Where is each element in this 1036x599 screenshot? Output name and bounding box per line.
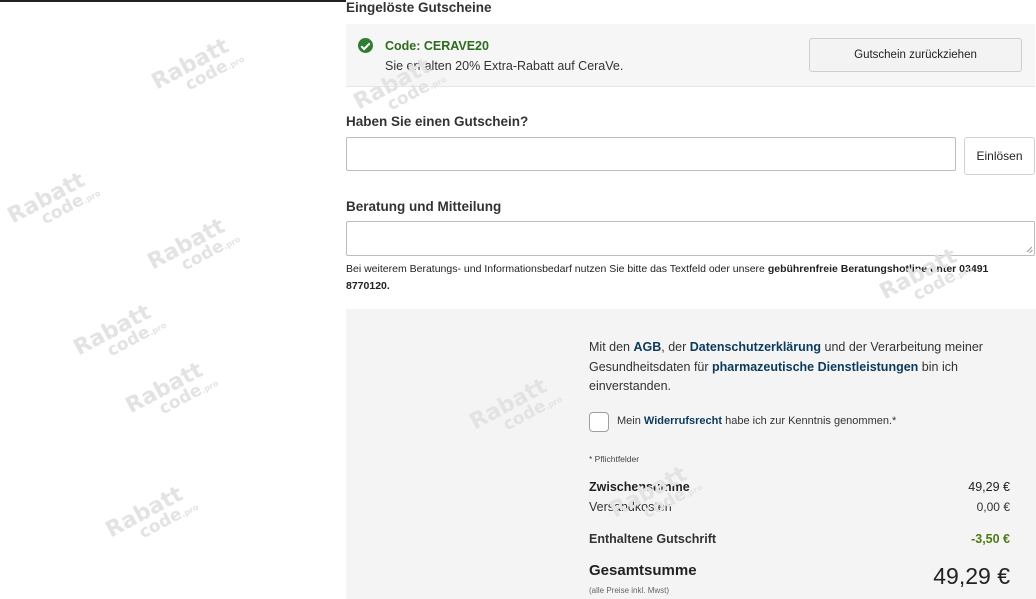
withdraw-voucher-button[interactable]: Gutschein zurückziehen bbox=[809, 38, 1022, 72]
order-summary-panel: Mit den AGB, der Datenschutzerklärung un… bbox=[346, 309, 1036, 599]
watermark-logo: Rabatt code.pro bbox=[143, 213, 242, 276]
withdrawal-right-label: Mein Widerrufsrecht habe ich zur Kenntni… bbox=[617, 415, 897, 427]
subtotal-value: 49,29 € bbox=[968, 480, 1010, 494]
redeemed-vouchers-title: Eingelöste Gutscheine bbox=[346, 0, 492, 15]
watermark-logo: Rabatt code.pro bbox=[121, 357, 220, 420]
shipping-label: Versandkosten bbox=[589, 500, 672, 514]
consultation-hint: Bei weiterem Beratungs- und Informations… bbox=[346, 263, 989, 292]
consultation-textarea[interactable] bbox=[346, 221, 1035, 256]
checkout-main: Eingelöste Gutscheine Code: CERAVE20 Sie… bbox=[346, 0, 1036, 599]
hotline-label: gebührenfreie Beratungshotline bbox=[767, 263, 928, 275]
resize-handle-icon[interactable] bbox=[1025, 246, 1033, 254]
watermark-logo: Rabatt code.pro bbox=[3, 167, 102, 230]
credit-label: Enthaltene Gutschrift bbox=[589, 532, 717, 546]
credit-value: -3,50 € bbox=[971, 532, 1010, 546]
coupon-title: Haben Sie einen Gutschein? bbox=[346, 114, 529, 129]
redeemed-voucher-card: Code: CERAVE20 Sie erhalten 20% Extra-Ra… bbox=[346, 24, 1035, 87]
watermark-logo: Rabatt code.pro bbox=[69, 299, 168, 362]
check-circle-icon bbox=[358, 38, 373, 53]
pharma-services-link[interactable]: pharmazeutische Dienstleistungen bbox=[712, 360, 918, 374]
withdrawal-right-checkbox[interactable] bbox=[589, 412, 609, 432]
agb-link[interactable]: AGB bbox=[633, 340, 661, 354]
total-value: 49,29 € bbox=[933, 563, 1010, 589]
consultation-title: Beratung und Mitteilung bbox=[346, 199, 502, 214]
privacy-policy-link[interactable]: Datenschutzerklärung bbox=[690, 340, 821, 354]
voucher-code: Code: CERAVE20 bbox=[385, 39, 489, 53]
watermark-logo: Rabatt code.pro bbox=[101, 481, 200, 544]
redeem-coupon-button[interactable]: Einlösen bbox=[964, 137, 1035, 175]
shipping-value: 0,00 € bbox=[976, 500, 1010, 514]
required-fields-note: * Pflichtfelder bbox=[589, 454, 640, 464]
tax-note: (alle Preise inkl. Mwst) bbox=[589, 586, 670, 595]
coupon-code-input[interactable] bbox=[346, 137, 956, 171]
total-label: Gesamtsumme bbox=[589, 562, 697, 579]
consent-text: Mit den AGB, der Datenschutzerklärung un… bbox=[589, 340, 983, 393]
subtotal-label: Zwischensumme bbox=[589, 480, 690, 494]
watermark-logo: Rabatt code.pro bbox=[147, 33, 246, 96]
header-divider bbox=[0, 0, 346, 2]
withdrawal-right-link[interactable]: Widerrufsrecht bbox=[644, 415, 722, 427]
voucher-description: Sie erhalten 20% Extra-Rabatt auf CeraVe… bbox=[385, 59, 624, 73]
